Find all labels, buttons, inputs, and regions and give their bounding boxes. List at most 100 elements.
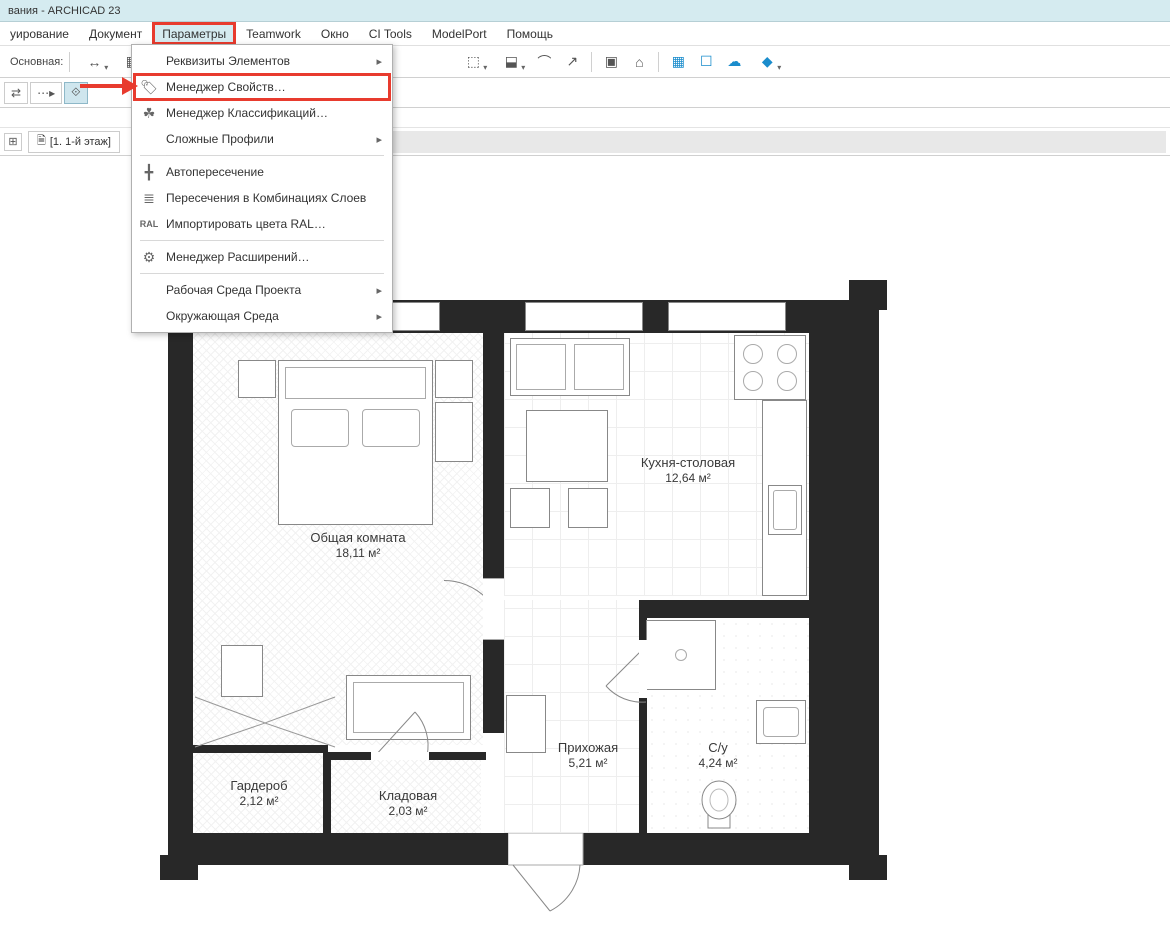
blank-icon <box>138 306 160 326</box>
menu-label: Реквизиты Элементов <box>166 54 290 68</box>
label-hall: Прихожая 5,21 м² <box>543 740 633 771</box>
menu-auto-intersection[interactable]: ╋ Автопересечение <box>134 159 390 185</box>
menu-label: Менеджер Свойств… <box>166 80 286 94</box>
home-tool-icon[interactable]: ⌂ <box>626 50 652 74</box>
menu-modelport[interactable]: ModelPort <box>422 22 497 45</box>
entrance-door-icon <box>508 833 588 913</box>
menu-separator <box>140 273 384 274</box>
room-area: 5,21 м² <box>543 756 633 771</box>
chair <box>510 488 550 528</box>
dimension-tool[interactable]: ↔ <box>76 50 112 74</box>
callout-arrow-icon <box>78 74 138 98</box>
line-tool-icon[interactable]: ↗ <box>559 50 585 74</box>
wall-wardrobe-right <box>323 752 331 833</box>
room-area: 18,11 м² <box>288 546 428 561</box>
label-kitchen: Кухня-столовая 12,64 м² <box>618 455 758 486</box>
ral-icon: RAL <box>138 214 160 234</box>
intersect-icon: ╋ <box>138 162 160 182</box>
menu-bar: уирование Документ Параметры Teamwork Ок… <box>0 22 1170 46</box>
menu-separator <box>140 240 384 241</box>
armchair <box>221 645 263 697</box>
menu-citools[interactable]: CI Tools <box>359 22 422 45</box>
room-name: Гардероб <box>230 778 287 793</box>
wall-right <box>809 300 879 865</box>
marquee-tool-icon[interactable]: ☐ <box>693 50 719 74</box>
tool-a[interactable]: ⬚ <box>455 50 491 74</box>
wall-bottom-left <box>168 833 513 865</box>
app-title: вания - ARCHICAD 23 <box>8 5 121 17</box>
toolbar-separator <box>69 52 70 72</box>
menu-label: Пересечения в Комбинациях Слоев <box>166 191 366 205</box>
chair <box>568 488 608 528</box>
blank-icon <box>138 51 160 71</box>
menu-classification-manager[interactable]: ☘ Менеджер Классификаций… <box>134 100 390 126</box>
menu-label: Импортировать цвета RAL… <box>166 217 326 231</box>
parameters-dropdown: Реквизиты Элементов 🏷 Менеджер Свойств… … <box>131 44 393 333</box>
menu-complex-profiles[interactable]: Сложные Профили <box>134 126 390 152</box>
room-area: 2,03 м² <box>358 804 458 819</box>
room-name: Общая комната <box>310 530 405 545</box>
bed <box>278 360 433 525</box>
blank-icon <box>138 129 160 149</box>
label-wc: С/у 4,24 м² <box>683 740 753 771</box>
room-area: 4,24 м² <box>683 756 753 771</box>
menu-layer-intersections[interactable]: ≣ Пересечения в Комбинациях Слоев <box>134 185 390 211</box>
menu-document[interactable]: Документ <box>79 22 152 45</box>
menu-label: Рабочая Среда Проекта <box>166 283 301 297</box>
toolbar-label: Основная: <box>10 56 63 68</box>
toilet-icon <box>698 780 740 830</box>
menu-label: Автопересечение <box>166 165 264 179</box>
shape-tool-icon[interactable]: ◆ <box>749 50 785 74</box>
toolbar-separator <box>591 52 592 72</box>
menu-addon-manager[interactable]: ⚙ Менеджер Расширений… <box>134 244 390 270</box>
plugin-icon: ⚙ <box>138 247 160 267</box>
menu-label: Менеджер Расширений… <box>166 250 310 264</box>
select-tool-icon[interactable]: ▦ <box>665 50 691 74</box>
room-name: Прихожая <box>558 740 618 755</box>
door-opening <box>639 640 647 698</box>
label-wardrobe: Гардероб 2,12 м² <box>214 778 304 809</box>
cloud-tool-icon[interactable]: ☁ <box>721 50 747 74</box>
tab-label: [1. 1-й этаж] <box>50 136 111 148</box>
room-area: 2,12 м² <box>214 794 304 809</box>
sink-bathroom <box>756 700 806 744</box>
menu-element-attributes[interactable]: Реквизиты Элементов <box>134 48 390 74</box>
wall-partition-v1 <box>483 333 504 733</box>
window-opening <box>525 302 643 331</box>
tree-icon: ☘ <box>138 103 160 123</box>
layers-icon: ≣ <box>138 188 160 208</box>
tab-floor1[interactable]: 🗎 [1. 1-й этаж] <box>28 131 120 153</box>
table-kitchen <box>526 410 608 482</box>
room-name: С/у <box>708 740 728 755</box>
door-opening <box>483 578 504 640</box>
room-name: Кладовая <box>379 788 437 803</box>
shower <box>646 620 716 690</box>
pan-tool-icon[interactable]: ⇄ <box>4 82 28 104</box>
title-bar: вания - ARCHICAD 23 <box>0 0 1170 22</box>
menu-import-ral[interactable]: RAL Импортировать цвета RAL… <box>134 211 390 237</box>
door-opening <box>371 752 429 760</box>
label-living: Общая комната 18,11 м² <box>288 530 428 561</box>
menu-label: Окружающая Среда <box>166 309 279 323</box>
room-name: Кухня-столовая <box>641 455 735 470</box>
sink-kitchen <box>768 485 802 535</box>
arc-tool-icon[interactable]: ⌒ <box>531 50 557 74</box>
sofa-kitchen <box>510 338 630 396</box>
cube-tool-icon[interactable]: ▣ <box>598 50 624 74</box>
menu-property-manager[interactable]: 🏷 Менеджер Свойств… <box>134 74 390 100</box>
wall-wc-top <box>639 600 809 618</box>
menu-help[interactable]: Помощь <box>497 22 563 45</box>
tool-b[interactable]: ⬓ <box>493 50 529 74</box>
label-storage: Кладовая 2,03 м² <box>358 788 458 819</box>
menu-label: Менеджер Классификаций… <box>166 106 328 120</box>
tab-grid-icon[interactable]: ⊞ <box>4 133 22 151</box>
menu-teamwork[interactable]: Teamwork <box>236 22 311 45</box>
menu-work-environment[interactable]: Окружающая Среда <box>134 303 390 329</box>
trace-tool-icon[interactable]: ⋯▸ <box>30 82 62 104</box>
menu-edit[interactable]: уирование <box>0 22 79 45</box>
wall-wing <box>849 855 887 880</box>
menu-window[interactable]: Окно <box>311 22 359 45</box>
menu-project-environment[interactable]: Рабочая Среда Проекта <box>134 277 390 303</box>
menu-parameters[interactable]: Параметры <box>152 22 236 45</box>
blank-icon <box>138 280 160 300</box>
